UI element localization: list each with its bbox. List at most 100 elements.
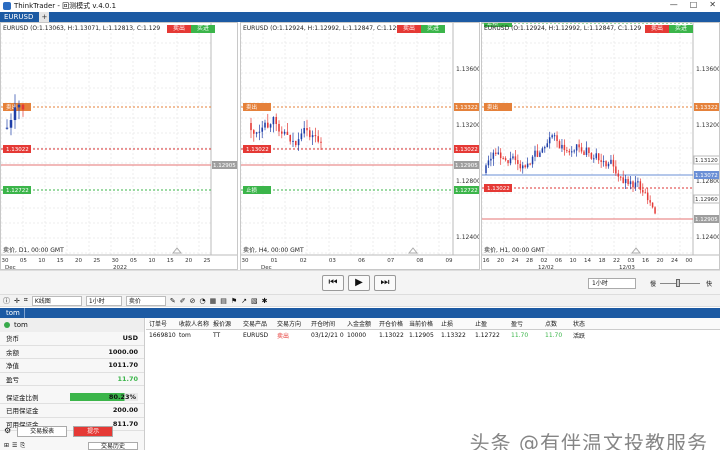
speed-slider-track[interactable] [660,283,700,284]
order-marker-label: 卖出 [487,103,498,111]
maximize-icon[interactable]: □ [690,0,698,9]
account-row-value: 80.23% [70,392,138,401]
x-tick-label: 01 [271,258,278,264]
buy-button[interactable]: 买进 [421,25,446,33]
account-row-label: 余额 [6,348,19,357]
candle-body [575,144,578,151]
list-icon[interactable]: ☰ [12,442,17,450]
ohlc-readout: EURUSD (O:1.12924, H:1.12992, L:1.12847,… [484,25,642,32]
candle-body [534,150,536,157]
drawing-icon[interactable]: ⊘ [190,297,196,305]
candle-body [617,173,620,177]
indicator-icon[interactable]: ⚑ [231,297,237,305]
add-tab-button[interactable]: + [39,12,50,22]
candle-body [283,131,286,134]
chart-h4-canvas[interactable]: 1.13600 1.13200 1.12800 1.12400 30 01 02 03 06 07… [241,23,480,270]
color-icon[interactable]: ◔ [199,297,205,305]
x-tick-label: 05 [130,258,137,264]
sell-button[interactable]: 卖出 [397,25,422,33]
price-type-select[interactable]: 卖价 [125,295,166,306]
chart-h1-canvas[interactable]: 1.13600 1.13200 1.12800 1.12400 16 20 24 28 02 06… [482,23,720,270]
column-header[interactable]: 止损 [438,319,472,328]
candle-body [634,182,637,188]
candle-body [300,133,303,140]
chart-d1[interactable]: 30 05 10 15 20 25 30 05 10 15 20 25 Dec 2022 卖出 1.13022… [0,22,238,270]
column-header[interactable]: 盈亏 [508,319,542,328]
sell-button[interactable]: 卖出 [167,25,192,33]
column-header[interactable]: 收款人名称 [176,319,210,328]
column-header[interactable]: 状态 [570,319,604,328]
symbol-tab-bar: EURUSD + [0,12,720,22]
y-tick-label: 1.13200 [696,122,720,129]
tab-eurusd[interactable]: EURUSD [0,12,38,22]
candle-body [541,148,544,153]
grid-icon[interactable]: ▦ [210,297,217,305]
export-icon[interactable]: ⎘ [20,442,25,450]
column-header[interactable]: 订单号 [146,319,176,328]
x-tick-label: 30 [242,258,249,264]
column-header[interactable]: 入金金额 [344,319,376,328]
candle-body [597,153,600,161]
x-tick-label: 25 [204,258,211,264]
column-header[interactable]: 开仓价格 [376,319,406,328]
account-row: 货币 USD [0,332,144,346]
settings-icon[interactable]: ✱ [262,297,268,305]
step-forward-button[interactable]: ⏭ [374,275,396,291]
candle-body [519,163,522,169]
candle-body [637,181,639,183]
column-header[interactable]: 当前价格 [406,319,438,328]
x-tick-label: 20 [657,258,664,264]
template-icon[interactable]: ▧ [251,297,258,305]
column-header[interactable]: 交易产品 [240,319,274,328]
buy-button[interactable]: 买进 [191,25,216,33]
column-header[interactable]: 报价源 [210,319,240,328]
brush-icon[interactable]: ✐ [180,297,186,305]
timeframe-label: 卖价, H4, 00:00 GMT [243,247,304,254]
tab-account[interactable]: tom [2,308,25,318]
column-header[interactable]: 点数 [542,319,570,328]
candle-body [314,135,317,137]
info-icon[interactable]: ⓘ [3,296,10,306]
pencil-icon[interactable]: ✎ [170,297,176,305]
gear-icon[interactable]: ⚙ [4,426,11,438]
filter-icon[interactable]: ⊞ [4,442,9,450]
candle-body [595,153,597,159]
minimize-icon[interactable]: — [670,0,678,9]
candle-body [624,179,627,184]
column-header[interactable]: 交易方向 [274,319,308,328]
candle-body [649,200,651,203]
chart-h4[interactable]: 1.13600 1.13200 1.12800 1.12400 30 01 02 03 06 07… [240,22,480,270]
candle-body [651,202,654,208]
withdraw-button[interactable]: 提示 [73,426,114,437]
statement-button[interactable]: 交易报表 [17,426,68,437]
close-icon[interactable]: ✕ [709,0,716,9]
candle-body [531,156,534,165]
timeframe-select[interactable]: 1小时 [85,295,122,306]
candle-body [17,104,21,108]
play-button[interactable]: ▶ [348,275,370,291]
candle-body [286,131,289,135]
crop-icon[interactable]: ⌗ [24,296,28,305]
table-row[interactable]: 1669810786tom TT EURUSD 卖出 03/12/21 02:01000… [146,330,720,341]
step-back-button[interactable]: ⏮ [322,275,344,291]
crosshair-icon[interactable]: ✛ [14,297,20,305]
speed-slider-handle[interactable] [676,279,680,287]
candle-body [492,152,495,159]
buy-button[interactable]: 买进 [669,25,694,33]
column-header[interactable]: 开仓时间 [308,319,344,328]
column-header[interactable]: 止盈 [472,319,508,328]
playback-timeframe-select[interactable]: 1小时 [588,278,636,289]
trend-icon[interactable]: ↗ [241,297,247,305]
layout-icon[interactable]: ▤ [220,297,227,305]
chart-type-select[interactable]: K线图 [31,295,82,306]
order-marker-label: 1.13022 [487,186,510,192]
chart-d1-canvas[interactable]: 30 05 10 15 20 25 30 05 10 15 20 25Dec 2022卖出1.13022… [1,23,238,270]
chart-h1[interactable]: 1.13600 1.13200 1.12800 1.12400 16 20 24 28 02 06… [481,22,720,270]
candle-body [317,136,319,142]
history-button[interactable]: 交易历史 [88,442,138,450]
candle-body [558,141,561,149]
x-tick-label: 20 [75,258,82,264]
x-tick-label: 06 [555,258,562,264]
sell-button[interactable]: 卖出 [645,25,670,33]
window-title: ThinkTrader - 回测模式 v.4.0.1 [14,2,117,10]
